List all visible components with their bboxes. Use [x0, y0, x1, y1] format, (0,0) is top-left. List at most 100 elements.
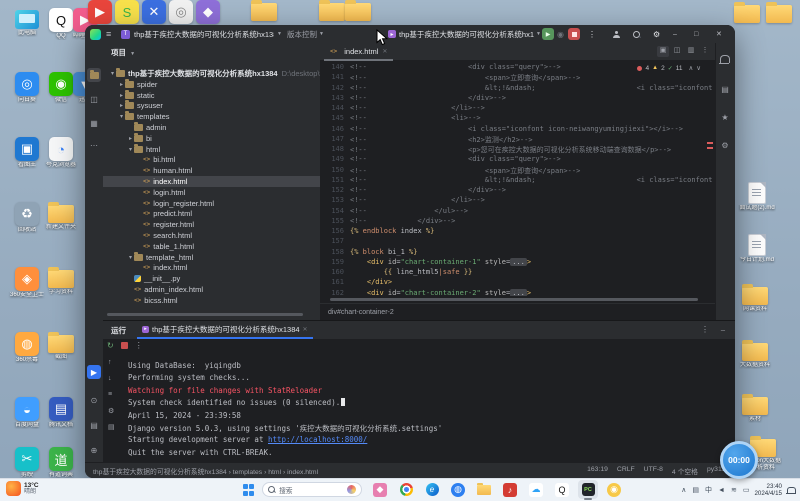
search-everywhere-icon[interactable] — [633, 25, 640, 43]
tree-item-sysuser[interactable]: ▸ sysuser — [103, 100, 335, 111]
status-item[interactable]: 163:19 — [587, 466, 608, 476]
tree-item-static[interactable]: ▸ static — [103, 89, 335, 101]
desktop-icon[interactable]: 网课资料 — [736, 284, 774, 313]
desktop-icon[interactable]: ✂ 剪映 — [8, 447, 46, 479]
taskbar-app-app-icon[interactable]: ♪ — [500, 480, 520, 499]
tree-chevron-icon[interactable]: ▾ — [127, 146, 134, 153]
taskbar-app-app-icon[interactable]: ◉ — [604, 480, 624, 499]
tree-item-register-html[interactable]: <> register.html — [103, 219, 353, 230]
desktop-icon[interactable]: ▣ 看图王 — [8, 137, 46, 169]
notifications-bell-icon[interactable] — [718, 52, 732, 66]
taskbar-app-app-icon[interactable]: ☁ — [526, 480, 546, 499]
profile-icon[interactable] — [613, 25, 620, 43]
run-tab[interactable]: ▸ thp基于疾控大数据的可视化分析系统hx1384 ✕ — [137, 321, 313, 339]
soft-wrap-icon[interactable]: ≡ — [108, 391, 112, 398]
taskbar-app-app-icon[interactable]: ◆ — [370, 480, 390, 499]
tray-icon[interactable]: ∧ — [681, 486, 686, 494]
tree-item-login-html[interactable]: <> login.html — [103, 187, 353, 198]
hide-panel-icon[interactable]: – — [721, 325, 725, 334]
console-output[interactable]: Using DataBase: yiqingdb Performing syste… — [128, 361, 728, 461]
services-tool-icon[interactable]: ⊕ — [87, 443, 101, 457]
run-more-kebab-icon[interactable]: ⋮ — [135, 341, 143, 350]
tray-icon[interactable]: ▤ — [692, 486, 699, 494]
tray-icon[interactable]: ▭ — [743, 486, 750, 494]
taskbar-weather-widget[interactable]: 13°C 晴朗 — [6, 481, 39, 496]
screen-record-timer[interactable]: 00:00 — [720, 441, 758, 479]
vcs-menu[interactable]: 版本控制 ▼ — [287, 25, 324, 43]
main-menu-button[interactable]: ≡ — [106, 25, 111, 43]
code-area[interactable]: 4 ▲ 2 ✓ 11 ∧ ∨ 140 <!-- <div class="query">… — [320, 60, 715, 296]
folded-region[interactable]: ... — [510, 288, 527, 296]
scroll-up-icon[interactable]: ↑ — [108, 359, 112, 366]
tray-icon[interactable]: ◄ — [718, 487, 725, 494]
desktop-icon[interactable]: ◈ 360安全卫士 — [8, 267, 46, 299]
clear-console-icon[interactable]: ▤ — [108, 423, 115, 431]
run-button[interactable]: ▶ — [542, 25, 554, 43]
stop-icon[interactable] — [120, 342, 128, 349]
run-tab-close-icon[interactable]: ✕ — [303, 326, 308, 333]
desktop-icon[interactable]: 素材 — [736, 394, 774, 423]
debug-button[interactable]: ◉ — [557, 25, 564, 43]
editor-area[interactable]: <> index.html ✕ ▣ ◫ ▥ ⋮ 4 ▲ 2 ✓ 11 ∧ ∨ 140… — [320, 43, 715, 320]
stop-button[interactable] — [568, 25, 580, 43]
tree-item-html[interactable]: ▾ html — [103, 143, 344, 155]
taskbar-app-app-icon[interactable]: Q — [552, 480, 572, 499]
tree-chevron-icon[interactable]: ▸ — [118, 92, 125, 99]
taskbar-app-edge-icon[interactable]: e — [422, 480, 442, 499]
tree-chevron-icon[interactable]: ▸ — [127, 135, 134, 142]
project-panel-header[interactable]: 项目 ▼ — [111, 47, 135, 58]
maximize-button[interactable]: □ — [694, 25, 710, 43]
tree-chevron-icon[interactable]: ▾ — [127, 254, 134, 261]
status-item[interactable]: CRLF — [617, 466, 635, 476]
taskbar-app-app-icon[interactable]: ◍ — [448, 480, 468, 499]
python-console-icon[interactable]: ⊙ — [87, 393, 101, 407]
database-icon[interactable]: ▤ — [718, 82, 732, 96]
tree-item-thp---------------hx1384[interactable]: ▾thp基于疾控大数据的可视化分析系统hx1384D:\desktop\thp基… — [103, 68, 326, 79]
more-tools-icon[interactable]: ⋯ — [87, 138, 101, 152]
tree-item-bi[interactable]: ▸ bi — [103, 132, 344, 144]
tree-chevron-icon[interactable]: ▾ — [109, 70, 116, 77]
tree-item-predict-html[interactable]: <> predict.html — [103, 208, 353, 219]
status-item[interactable]: 4 个空格 — [672, 466, 698, 476]
desktop-icon[interactable]: ◍ 360杀毒 — [8, 332, 46, 364]
settings-gear-icon[interactable]: ⚙ — [653, 25, 660, 43]
desktop-icon[interactable] — [245, 0, 283, 21]
desktop-icon[interactable]: 此电脑 — [8, 8, 46, 37]
tray-icon[interactable]: 中 — [705, 485, 712, 495]
server-url-link[interactable]: http://localhost:8000/ — [268, 435, 367, 444]
tree-chevron-icon[interactable]: ▸ — [118, 81, 125, 88]
status-breadcrumbs[interactable]: thp基于疾控大数据的可视化分析系统hx1384 › templates › h… — [93, 466, 318, 476]
tree-chevron-icon[interactable]: ▸ — [118, 102, 125, 109]
run-tool-icon[interactable]: ▶ — [87, 365, 101, 379]
tree-item---init---py[interactable]: __init__.py — [103, 273, 344, 284]
scroll-down-icon[interactable]: ↓ — [108, 375, 112, 382]
project-name-menu[interactable]: thp基于疾控大数据的可视化分析系统hx1384 — [134, 25, 274, 43]
tab-options-kebab-icon[interactable]: ⋮ — [699, 46, 711, 57]
project-horizontal-scrollbar[interactable] — [107, 313, 303, 316]
desktop-icon[interactable]: ◆ — [189, 0, 227, 24]
run-options-kebab-icon[interactable]: ⋮ — [701, 325, 709, 334]
layout-icon[interactable]: ▣ — [657, 46, 669, 57]
desktop-icon[interactable]: ◒ 百度网盘 — [8, 397, 46, 429]
desktop-icon[interactable]: 新建文件夹 — [42, 202, 80, 231]
desktop-icon[interactable]: 今日计划.md — [738, 232, 776, 264]
desktop-icon[interactable]: 截图 — [42, 332, 80, 361]
desktop-icon[interactable]: ▤ 腾讯文档 — [42, 397, 80, 429]
tree-item-login-register-html[interactable]: <> login_register.html — [103, 198, 353, 209]
rerun-icon[interactable]: ↻ — [107, 341, 114, 350]
tab-close-icon[interactable]: ✕ — [382, 48, 387, 55]
desktop-icon[interactable]: 面试题(2).md — [738, 180, 776, 212]
gradle-icon[interactable]: ⚙ — [718, 138, 732, 152]
structure-tool-icon[interactable]: ▦ — [87, 116, 101, 130]
start-button[interactable] — [243, 484, 255, 496]
tree-item-admin[interactable]: admin — [103, 122, 344, 133]
taskbar-app-chrome-icon[interactable] — [396, 480, 416, 499]
editor-horizontal-scrollbar[interactable] — [330, 298, 698, 301]
tree-item-template-html[interactable]: ▾ template_html — [103, 251, 344, 263]
minimize-button[interactable]: – — [673, 25, 689, 43]
tree-item-bi-html[interactable]: <> bi.html — [103, 154, 353, 165]
commit-tool-icon[interactable]: ◫ — [87, 92, 101, 106]
desktop-icon[interactable] — [339, 0, 377, 21]
more-actions-kebab-icon[interactable]: ⋮ — [588, 25, 596, 43]
desktop-icon[interactable] — [760, 2, 798, 24]
